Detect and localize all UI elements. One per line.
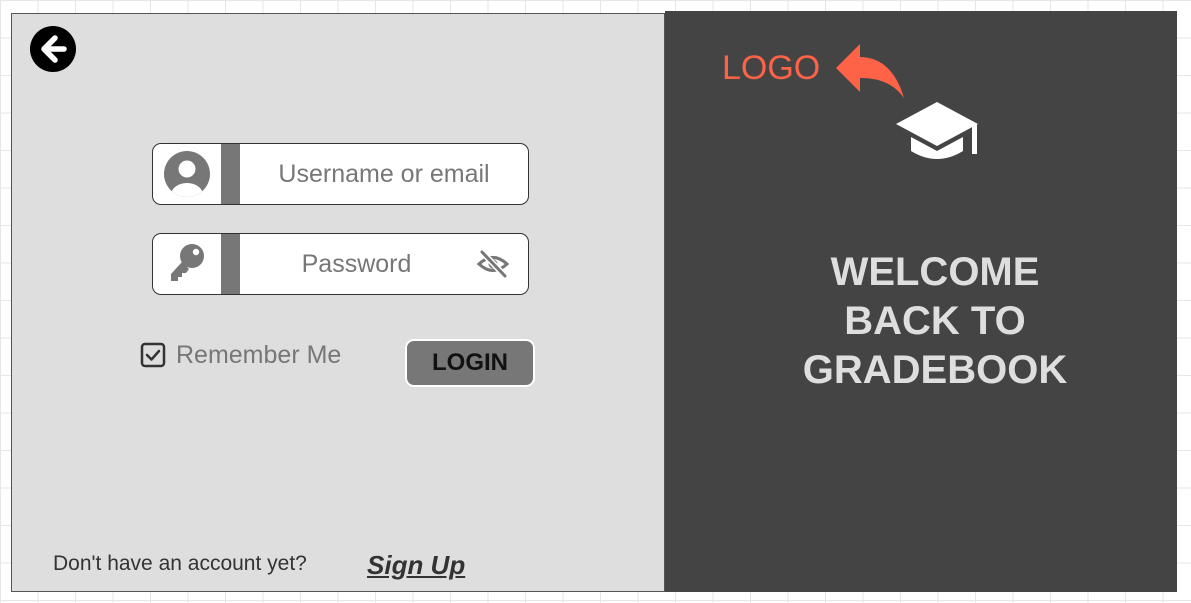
eye-slash-icon[interactable] [476,248,510,280]
graduation-cap-icon [896,102,978,159]
curved-arrow-icon [836,44,904,98]
username-field[interactable]: Username or email [152,143,529,205]
welcome-line: BACK TO [844,299,1026,343]
user-circle-icon [153,144,221,204]
remember-me-label: Remember Me [176,340,342,369]
arrow-left-circle-icon [41,35,67,63]
password-field-divider [221,234,240,294]
logo-label: LOGO [722,49,821,87]
password-input[interactable]: Password [240,234,473,294]
login-panel [11,13,665,592]
signup-prompt: Don't have an account yet? [53,552,307,575]
username-field-divider [221,144,240,204]
welcome-line: WELCOME [830,250,1040,294]
remember-me-checkbox[interactable]: Remember Me [140,340,341,370]
password-field[interactable]: Password [152,233,529,295]
welcome-line: GRADEBOOK [802,348,1068,392]
signup-link[interactable]: Sign Up [367,550,465,581]
key-icon [153,234,221,294]
welcome-heading: WELCOME BACK TO GRADEBOOK [665,248,1191,395]
username-input[interactable]: Username or email [240,144,528,204]
back-button[interactable] [30,26,76,72]
checkbox-checked-icon [140,342,166,368]
login-button[interactable]: LOGIN [405,339,535,387]
